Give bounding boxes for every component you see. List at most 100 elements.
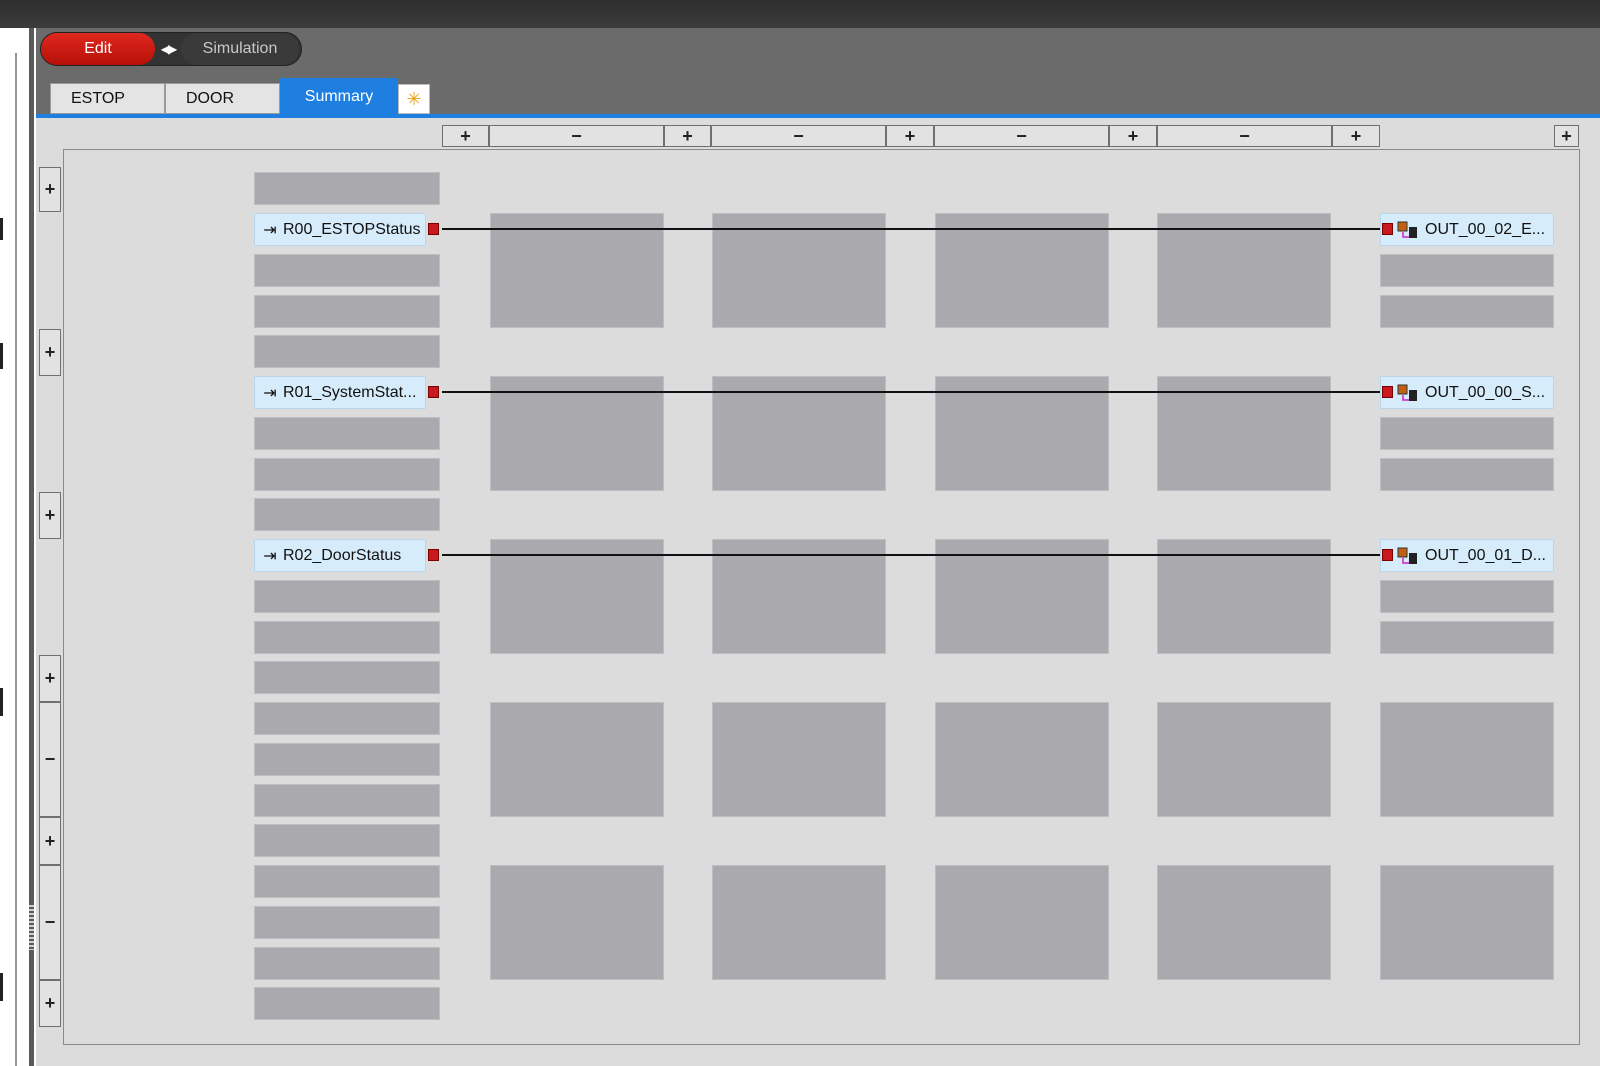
remove-row-button[interactable]: − — [39, 702, 61, 817]
add-row-button[interactable]: + — [39, 655, 61, 702]
logic-block-slot[interactable] — [935, 213, 1109, 328]
output-input-port[interactable] — [1382, 549, 1393, 561]
remove-column-button[interactable]: − — [934, 125, 1109, 147]
new-tab-button[interactable]: ✳ — [398, 84, 430, 114]
input-slot[interactable] — [254, 702, 440, 735]
connection-wire[interactable] — [442, 391, 1380, 393]
logic-block-slot[interactable] — [490, 376, 664, 491]
output-block-slot[interactable] — [1380, 865, 1554, 980]
logic-block-slot[interactable] — [712, 539, 886, 654]
input-arrow-icon: ⇥ — [263, 221, 277, 239]
output-block-slot[interactable] — [1380, 702, 1554, 817]
input-slot[interactable] — [254, 784, 440, 817]
output-node-label: OUT_00_00_S... — [1425, 383, 1546, 401]
logic-block-slot[interactable] — [712, 376, 886, 491]
input-node-r00[interactable]: ⇥ R00_ESTOPStatus — [254, 213, 426, 246]
input-slot[interactable] — [254, 295, 440, 328]
logic-block-slot[interactable] — [490, 213, 664, 328]
connection-wire[interactable] — [442, 228, 1380, 230]
remove-column-button[interactable]: − — [711, 125, 886, 147]
remove-column-button[interactable]: − — [489, 125, 664, 147]
logic-block-slot[interactable] — [712, 213, 886, 328]
tab-door[interactable]: DOOR — [165, 83, 280, 114]
add-column-button[interactable]: + — [1332, 125, 1380, 147]
add-column-button[interactable]: + — [442, 125, 489, 147]
logic-block-slot[interactable] — [490, 539, 664, 654]
logic-block-slot[interactable] — [1157, 376, 1331, 491]
splitter-grip[interactable] — [29, 905, 34, 950]
add-tab-icon: ✳ — [406, 88, 422, 109]
input-slot[interactable] — [254, 865, 440, 898]
input-node-label: R00_ESTOPStatus — [283, 220, 421, 238]
output-input-port[interactable] — [1382, 386, 1393, 398]
output-node-out-00-01[interactable]: OUT_00_01_D... — [1380, 539, 1554, 572]
input-slot[interactable] — [254, 498, 440, 531]
logic-block-slot[interactable] — [712, 865, 886, 980]
output-node-label: OUT_00_02_E... — [1425, 220, 1546, 238]
logic-block-slot[interactable] — [1157, 213, 1331, 328]
logic-block-slot[interactable] — [1157, 702, 1331, 817]
add-column-button[interactable]: + — [664, 125, 711, 147]
input-node-r02[interactable]: ⇥ R02_DoorStatus — [254, 539, 426, 572]
add-row-button[interactable]: + — [39, 980, 61, 1027]
simulation-mode-button[interactable]: Simulation — [181, 33, 299, 65]
logic-block-slot[interactable] — [490, 702, 664, 817]
output-node-out-00-00[interactable]: OUT_00_00_S... — [1380, 376, 1554, 409]
input-output-port[interactable] — [428, 549, 439, 561]
add-column-button[interactable]: + — [886, 125, 934, 147]
logic-block-slot[interactable] — [935, 702, 1109, 817]
window-title-bar — [0, 0, 1600, 28]
add-row-button[interactable]: + — [39, 492, 61, 539]
input-slot[interactable] — [254, 580, 440, 613]
input-slot[interactable] — [254, 621, 440, 654]
input-slot[interactable] — [254, 824, 440, 857]
logic-block-slot[interactable] — [935, 539, 1109, 654]
input-node-r01[interactable]: ⇥ R01_SystemStat... — [254, 376, 426, 409]
input-output-port[interactable] — [428, 386, 439, 398]
input-output-port[interactable] — [428, 223, 439, 235]
output-slot[interactable] — [1380, 580, 1554, 613]
logic-block-slot[interactable] — [490, 865, 664, 980]
output-slot[interactable] — [1380, 621, 1554, 654]
input-slot[interactable] — [254, 458, 440, 491]
output-slot[interactable] — [1380, 254, 1554, 287]
add-row-button[interactable]: + — [39, 817, 61, 865]
add-column-end-button[interactable]: + — [1554, 125, 1579, 147]
output-node-out-00-02[interactable]: OUT_00_02_E... — [1380, 213, 1554, 246]
logic-block-slot[interactable] — [1157, 865, 1331, 980]
input-slot[interactable] — [254, 743, 440, 776]
remove-row-button[interactable]: − — [39, 865, 61, 980]
output-node-label: OUT_00_01_D... — [1425, 546, 1546, 564]
edit-mode-button[interactable]: Edit — [41, 33, 155, 65]
input-slot[interactable] — [254, 947, 440, 980]
output-device-icon — [1397, 546, 1419, 566]
output-slot[interactable] — [1380, 295, 1554, 328]
input-node-label: R01_SystemStat... — [283, 383, 417, 401]
toggle-arrows-icon[interactable]: ◀▶ — [157, 38, 179, 60]
input-slot[interactable] — [254, 335, 440, 368]
remove-column-button[interactable]: − — [1157, 125, 1332, 147]
logic-block-slot[interactable] — [935, 865, 1109, 980]
input-slot[interactable] — [254, 417, 440, 450]
tab-summary[interactable]: Summary — [280, 78, 398, 116]
output-input-port[interactable] — [1382, 223, 1393, 235]
output-device-icon — [1397, 383, 1419, 403]
input-arrow-icon: ⇥ — [263, 384, 277, 402]
add-row-button[interactable]: + — [39, 329, 61, 376]
input-node-label: R02_DoorStatus — [283, 546, 402, 564]
input-slot[interactable] — [254, 172, 440, 205]
add-row-button[interactable]: + — [39, 167, 61, 212]
output-slot[interactable] — [1380, 417, 1554, 450]
logic-block-slot[interactable] — [712, 702, 886, 817]
logic-block-slot[interactable] — [1157, 539, 1331, 654]
input-slot[interactable] — [254, 254, 440, 287]
connection-wire[interactable] — [442, 554, 1380, 556]
logic-block-slot[interactable] — [935, 376, 1109, 491]
output-slot[interactable] — [1380, 458, 1554, 491]
input-slot[interactable] — [254, 987, 440, 1020]
tab-estop[interactable]: ESTOP — [50, 83, 165, 114]
input-slot[interactable] — [254, 906, 440, 939]
output-device-icon — [1397, 220, 1419, 240]
input-slot[interactable] — [254, 661, 440, 694]
add-column-button[interactable]: + — [1109, 125, 1157, 147]
